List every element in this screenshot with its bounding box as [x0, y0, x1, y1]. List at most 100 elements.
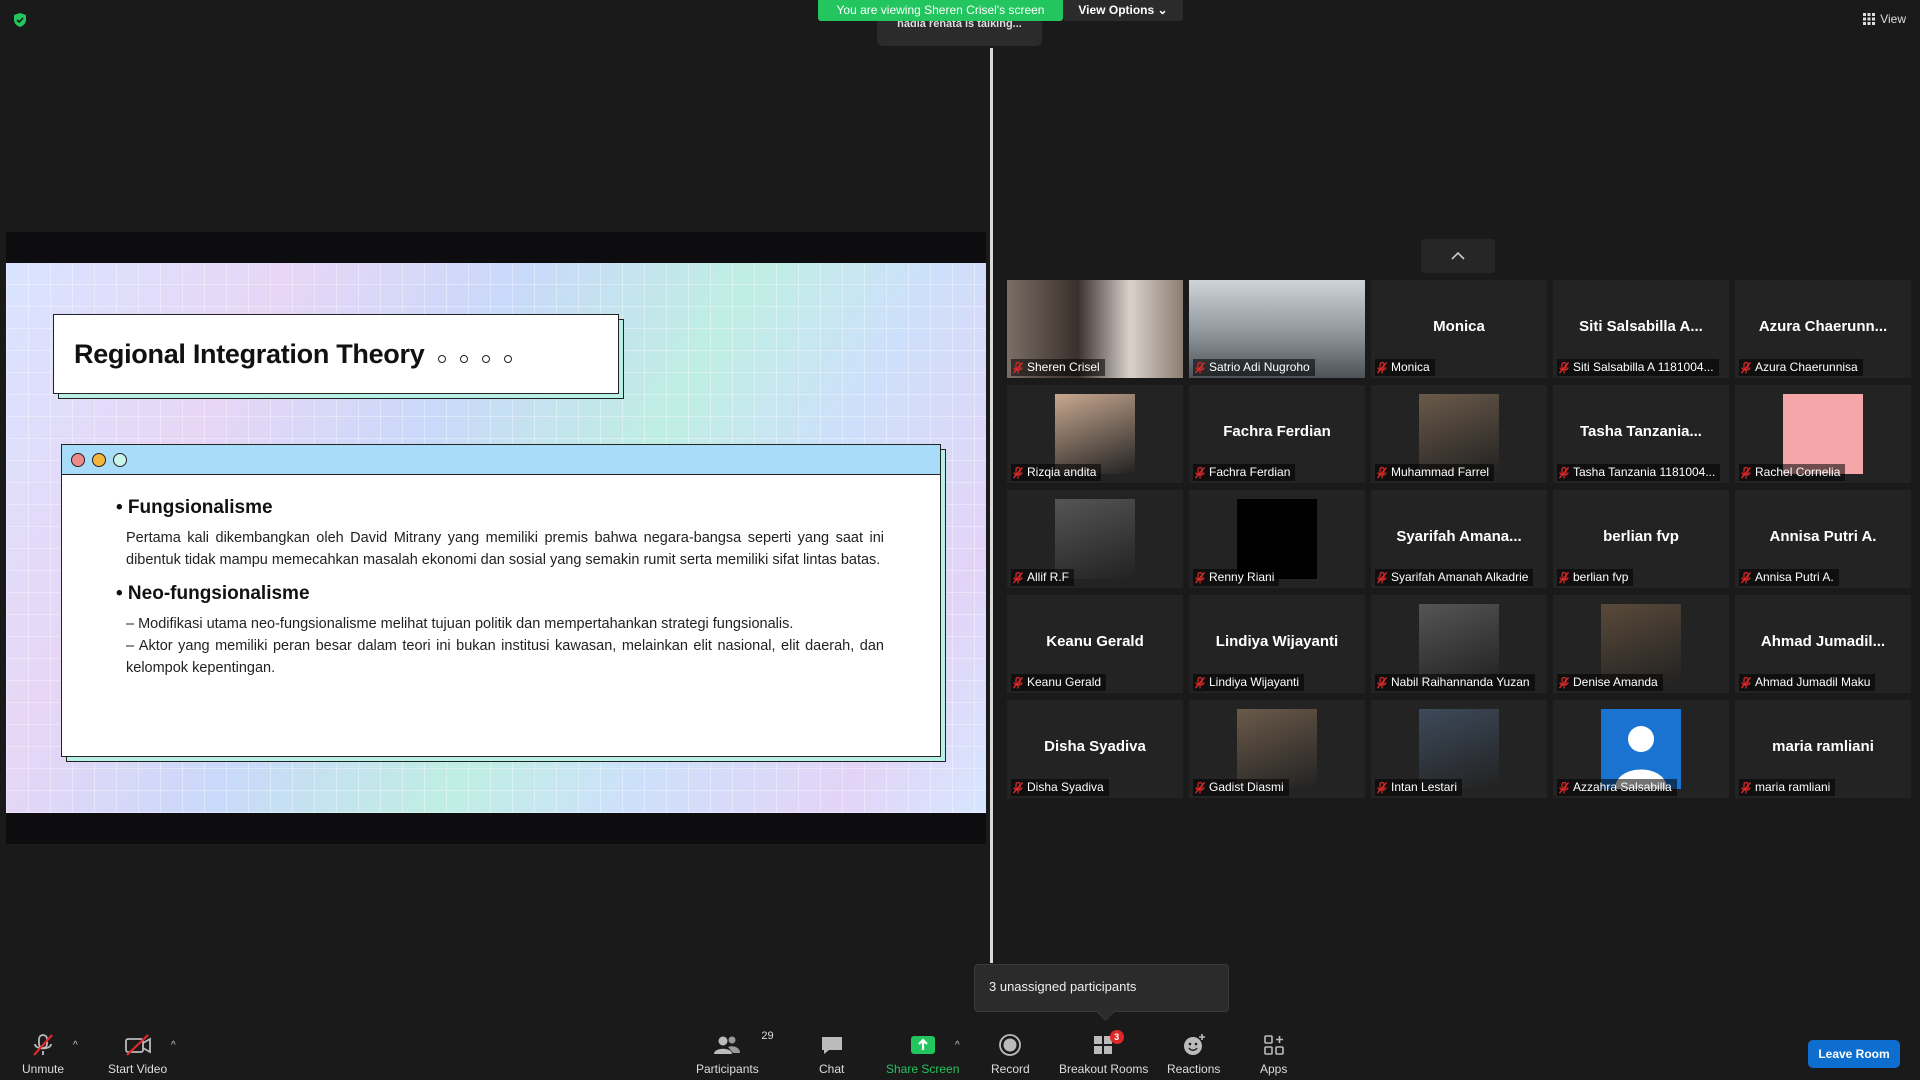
participant-tile[interactable]: Muhammad Farrel [1371, 385, 1547, 483]
participant-name: Syarifah Amanah Alkadrie [1391, 570, 1529, 584]
participant-tile[interactable]: Denise Amanda [1553, 595, 1729, 693]
window-title-bar [62, 445, 940, 475]
participant-tile[interactable]: Fachra Ferdian Fachra Ferdian [1189, 385, 1365, 483]
apps-button[interactable]: Apps [1260, 1032, 1287, 1076]
participant-name-label: Muhammad Farrel [1375, 464, 1495, 481]
participant-name: Muhammad Farrel [1391, 465, 1490, 479]
mic-muted-icon [1377, 466, 1387, 478]
participant-name-label: Fachra Ferdian [1193, 464, 1296, 481]
participant-name: Siti Salsabilla A 1181004... [1573, 360, 1714, 374]
leave-room-button[interactable]: Leave Room [1808, 1040, 1900, 1068]
participant-tile[interactable]: Allif R.F [1007, 490, 1183, 588]
audio-options-caret-icon[interactable]: ^ [73, 1040, 78, 1051]
presentation-slide: Regional Integration Theory • Fungsional… [6, 263, 986, 813]
panel-splitter[interactable] [990, 48, 993, 963]
participant-tile[interactable]: Disha Syadiva Disha Syadiva [1007, 700, 1183, 798]
participant-tile[interactable]: Keanu Gerald Keanu Gerald [1007, 595, 1183, 693]
participant-name-label: Azzahra Salsabilla [1557, 779, 1677, 796]
view-options-button[interactable]: View Options ⌄ [1063, 0, 1183, 21]
participant-display-name: Monica [1433, 318, 1485, 335]
record-button[interactable]: Record [991, 1032, 1030, 1076]
participant-tile[interactable]: Monica Monica [1371, 280, 1547, 378]
participant-tile[interactable]: Ahmad Jumadil... Ahmad Jumadil Maku [1735, 595, 1911, 693]
chat-icon [821, 1037, 842, 1054]
participant-name-label: Azura Chaerunnisa [1739, 359, 1863, 376]
meeting-toolbar: Unmute ^ Start Video ^ 29 Participants C… [0, 1022, 1920, 1080]
participant-tile[interactable]: Gadist Diasmi [1189, 700, 1365, 798]
participant-name: Annisa Putri A. [1755, 570, 1834, 584]
participant-tile[interactable]: Syarifah Amana... Syarifah Amanah Alkadri… [1371, 490, 1547, 588]
start-video-button[interactable]: Start Video [108, 1032, 167, 1076]
participant-name-label: Syarifah Amanah Alkadrie [1375, 569, 1534, 586]
mic-muted-icon [1195, 466, 1205, 478]
view-button[interactable]: View [1863, 12, 1906, 26]
share-options-caret-icon[interactable]: ^ [955, 1040, 960, 1051]
participant-tile[interactable]: Satrio Adi Nugroho [1189, 280, 1365, 378]
video-off-icon [124, 1034, 151, 1056]
breakout-rooms-button[interactable]: 3 Breakout Rooms [1059, 1030, 1148, 1076]
participants-button[interactable]: 29 Participants [696, 1030, 774, 1076]
unmute-button[interactable]: Unmute [22, 1032, 64, 1076]
green-dot-icon [113, 452, 127, 467]
security-shield-icon[interactable] [12, 12, 28, 28]
participant-gallery: Sheren Crisel Satrio Adi Nugroho Monica Mon… [1007, 280, 1911, 798]
participant-name-label: Rizqia andita [1011, 464, 1102, 481]
participants-icon [714, 1036, 741, 1054]
participant-avatar [1237, 499, 1317, 579]
participant-name-label: berlian fvp [1557, 569, 1634, 586]
participant-tile[interactable]: Nabil Raihannanda Yuzan [1371, 595, 1547, 693]
participant-tile[interactable]: Tasha Tanzania... Tasha Tanzania 1181004.… [1553, 385, 1729, 483]
chat-label: Chat [819, 1062, 845, 1076]
share-screen-label: Share Screen [886, 1062, 960, 1076]
share-screen-button[interactable]: Share Screen [886, 1032, 959, 1076]
participant-name-label: Monica [1375, 359, 1435, 376]
participant-tile[interactable]: Siti Salsabilla A... Siti Salsabilla A 11… [1553, 280, 1729, 378]
participant-name-label: Tasha Tanzania 1181004... [1557, 464, 1721, 481]
participant-name-label: Renny Riani [1193, 569, 1280, 586]
decorative-dots [438, 355, 513, 363]
participant-tile[interactable]: Rachel Cornelia [1735, 385, 1911, 483]
view-options-label: View Options [1078, 3, 1155, 17]
participant-name: Tasha Tanzania 1181004... [1573, 465, 1716, 479]
mic-muted-icon [1741, 781, 1751, 793]
mic-muted-icon [1013, 781, 1023, 793]
participant-name: Azzahra Salsabilla [1573, 780, 1672, 794]
participant-avatar [1419, 709, 1499, 789]
mic-muted-icon [1195, 361, 1205, 373]
participant-tile[interactable]: Annisa Putri A. Annisa Putri A. [1735, 490, 1911, 588]
participant-tile[interactable]: Intan Lestari [1371, 700, 1547, 798]
mic-muted-icon [1013, 571, 1023, 583]
participant-name-label: Keanu Gerald [1011, 674, 1107, 691]
participant-tile[interactable]: Azzahra Salsabilla [1553, 700, 1729, 798]
participant-tile[interactable]: Renny Riani [1189, 490, 1365, 588]
participant-avatar [1237, 709, 1317, 789]
participant-tile[interactable]: Azura Chaerunn... Azura Chaerunnisa [1735, 280, 1911, 378]
participant-display-name: Disha Syadiva [1044, 738, 1146, 755]
chevron-up-icon [1451, 252, 1465, 260]
participant-name-label: Sheren Crisel [1011, 359, 1105, 376]
participant-name: Ahmad Jumadil Maku [1755, 675, 1871, 689]
section2-title: • Neo-fungsionalisme [116, 583, 310, 604]
mic-muted-icon [1377, 676, 1387, 688]
participant-avatar [1783, 394, 1863, 474]
chat-button[interactable]: Chat [819, 1032, 844, 1076]
video-options-caret-icon[interactable]: ^ [171, 1040, 176, 1051]
participant-name-label: Annisa Putri A. [1739, 569, 1839, 586]
participant-tile[interactable]: Sheren Crisel [1007, 280, 1183, 378]
participant-tile[interactable]: Rizqia andita [1007, 385, 1183, 483]
participant-tile[interactable]: Lindiya Wijayanti Lindiya Wijayanti [1189, 595, 1365, 693]
participant-name-label: Ahmad Jumadil Maku [1739, 674, 1876, 691]
participant-name: Rachel Cornelia [1755, 465, 1841, 479]
participant-tile[interactable]: maria ramliani maria ramliani [1735, 700, 1911, 798]
gallery-collapse-button[interactable] [1421, 239, 1495, 273]
participant-tile[interactable]: berlian fvp berlian fvp [1553, 490, 1729, 588]
participant-avatar [1055, 499, 1135, 579]
section1-title: • Fungsionalisme [116, 497, 273, 518]
mic-muted-icon [1013, 466, 1023, 478]
participant-name: Gadist Diasmi [1209, 780, 1284, 794]
reactions-button[interactable]: Reactions [1167, 1032, 1220, 1076]
section1-text: Pertama kali dikembangkan oleh David Mit… [126, 530, 884, 568]
section2-text-1: – Modifikasi utama neo-fungsionalisme me… [126, 616, 794, 632]
grid-view-icon [1863, 13, 1876, 25]
participant-name: Rizqia andita [1027, 465, 1097, 479]
